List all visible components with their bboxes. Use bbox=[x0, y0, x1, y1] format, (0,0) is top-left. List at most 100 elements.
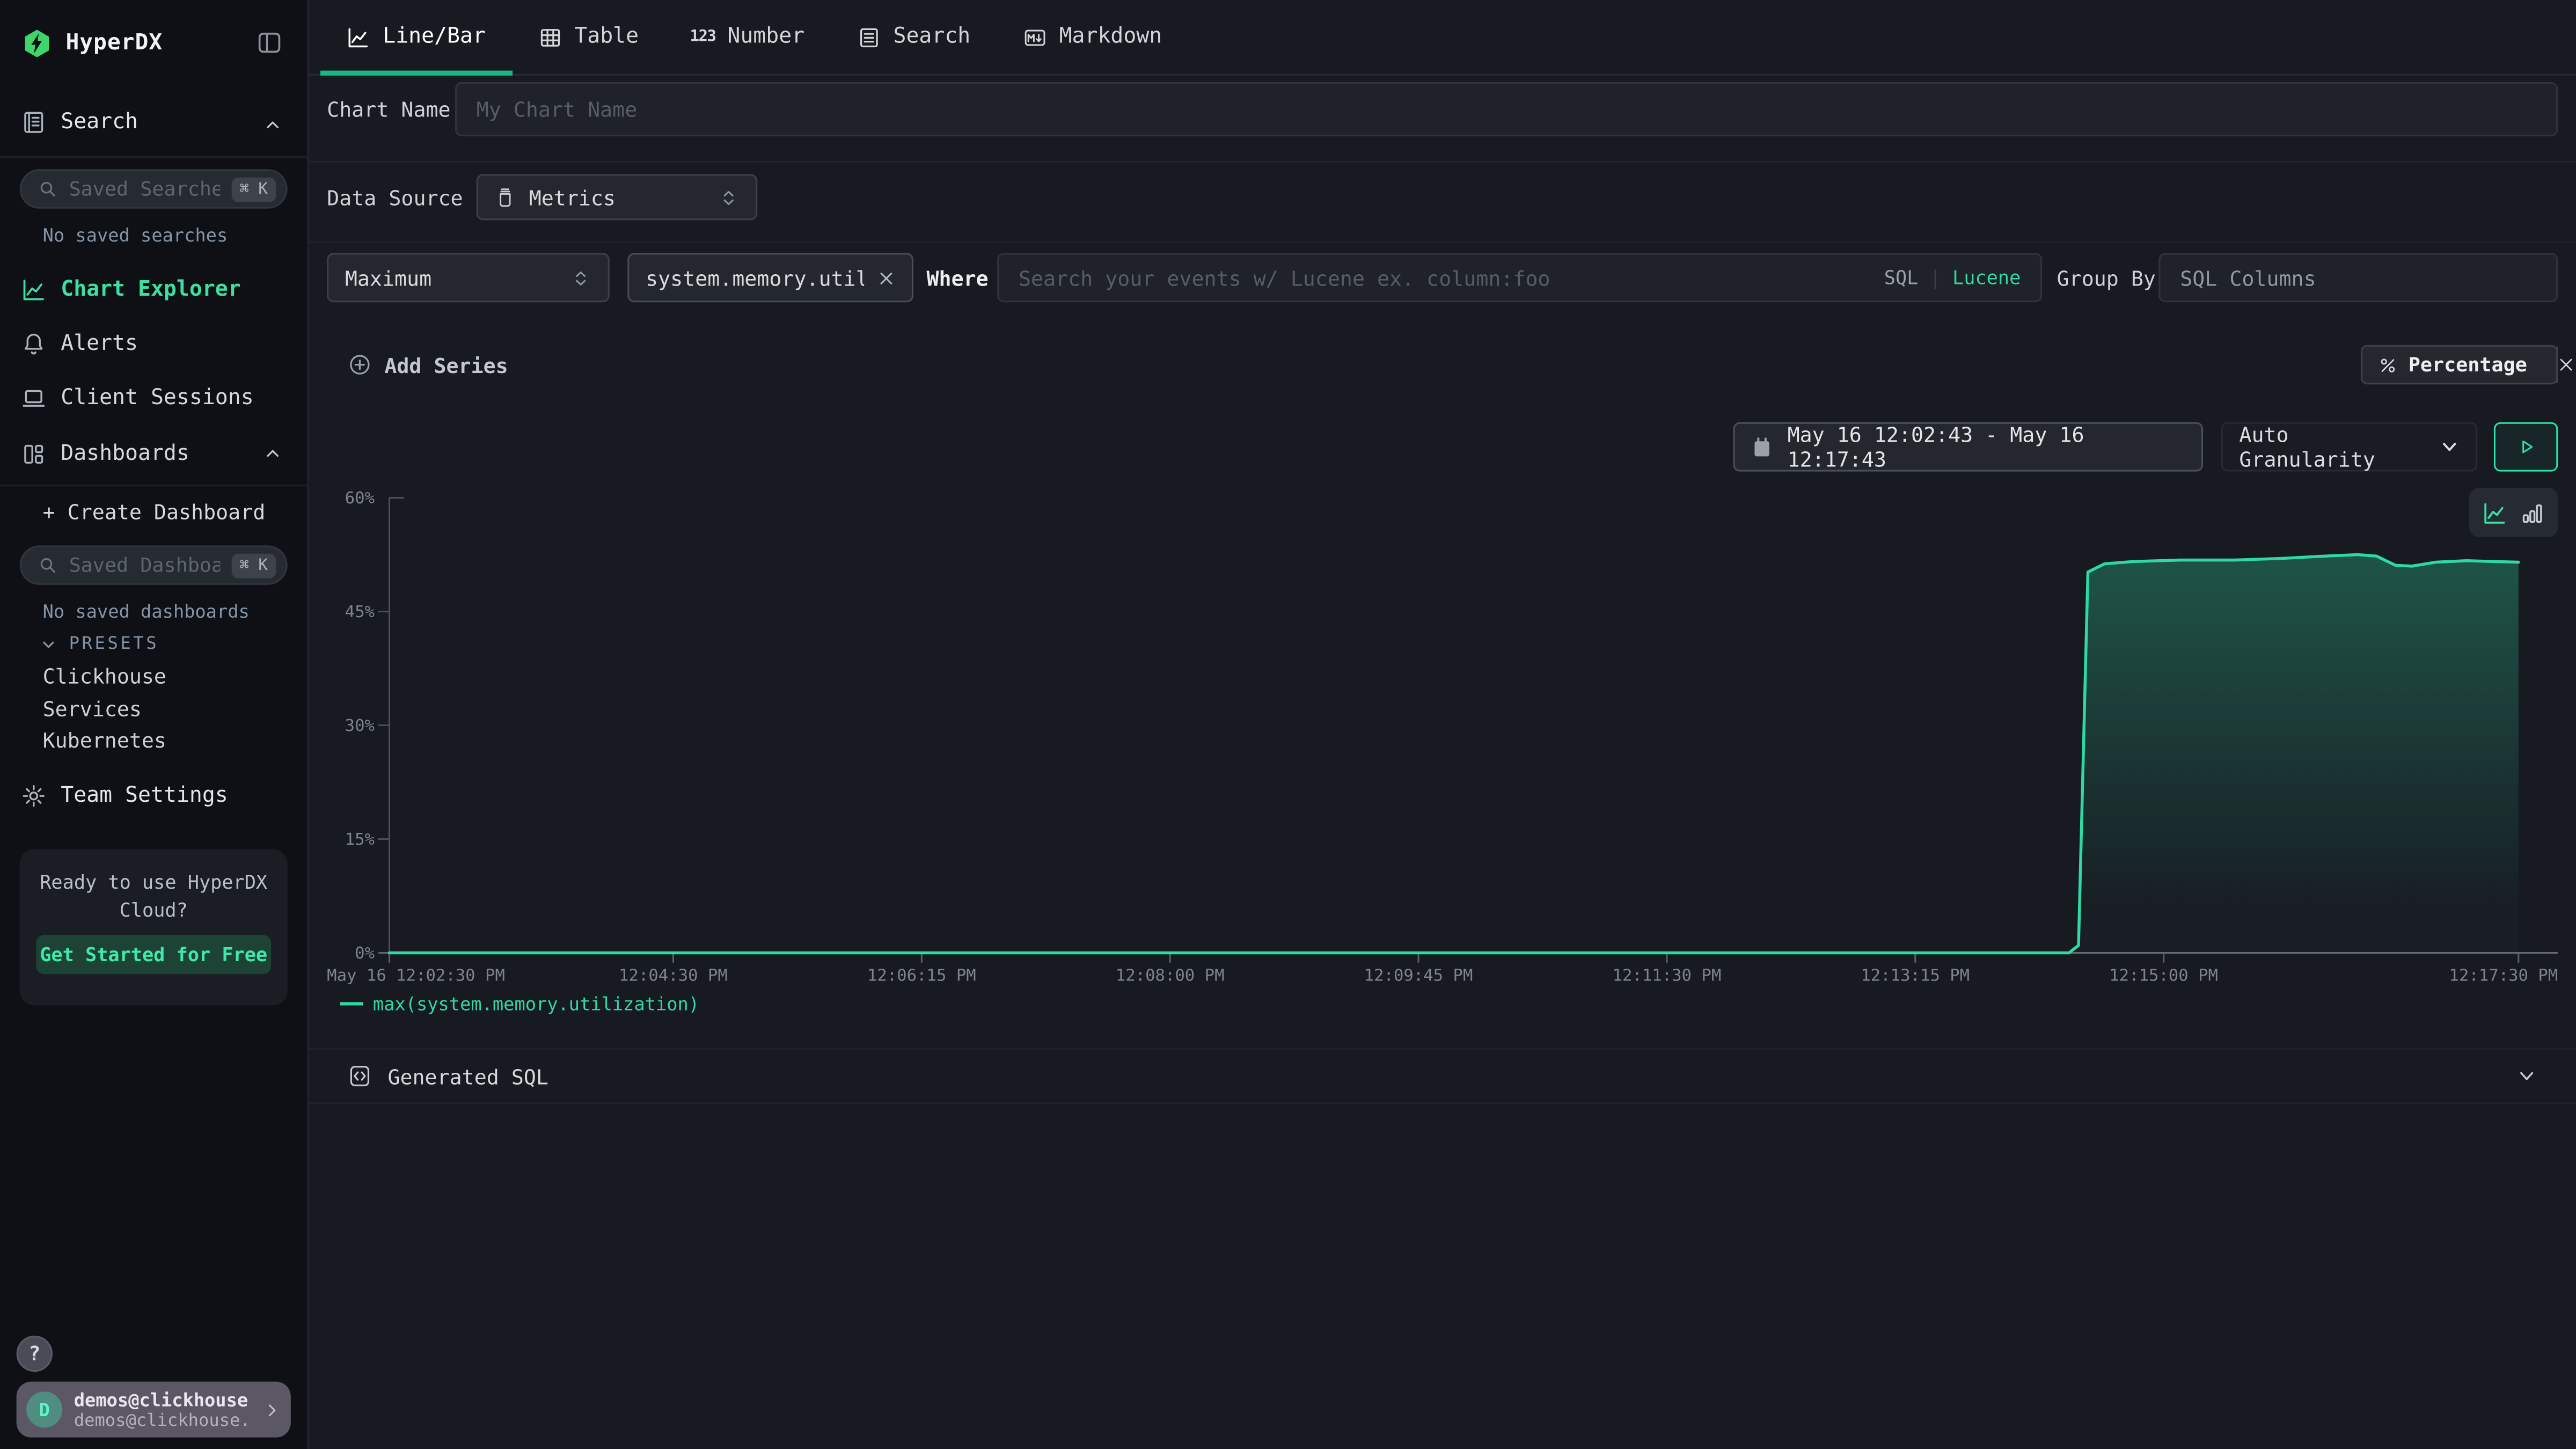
sidebar-section-search[interactable]: Search bbox=[21, 110, 138, 135]
bell-icon bbox=[21, 331, 46, 356]
chart-display-toggle bbox=[2469, 488, 2558, 537]
svg-text:30%: 30% bbox=[345, 716, 375, 735]
presets-header: PRESETS bbox=[69, 634, 159, 654]
percentage-toggle[interactable]: Percentage bbox=[2361, 345, 2558, 384]
chart-name-input[interactable]: My Chart Name bbox=[455, 82, 2558, 136]
aggregation-select[interactable]: Maximum bbox=[327, 253, 610, 302]
markdown-icon bbox=[1023, 25, 1046, 48]
chevron-right-icon bbox=[263, 1401, 281, 1419]
legend-line-swatch bbox=[340, 1002, 363, 1005]
team-settings-label: Team Settings bbox=[61, 784, 228, 808]
group-by-label: Group By bbox=[2057, 266, 2156, 291]
chevron-down-icon bbox=[39, 635, 57, 653]
svg-text:12:13:15 PM: 12:13:15 PM bbox=[1861, 967, 1970, 985]
metric-pill[interactable]: system.memory.utiliza bbox=[627, 253, 913, 302]
where-input[interactable]: Search your events w/ Lucene ex. column:… bbox=[997, 253, 2042, 302]
no-saved-searches-note: No saved searches bbox=[43, 225, 228, 246]
logo[interactable]: HyperDX bbox=[21, 26, 163, 59]
tab-search[interactable]: Search bbox=[831, 0, 997, 74]
svg-text:12:17:30 PM: 12:17:30 PM bbox=[2449, 967, 2558, 985]
user-email: demos@clickhouse.com bbox=[74, 1389, 252, 1410]
add-series-button[interactable]: Add Series bbox=[348, 348, 508, 381]
user-menu[interactable]: D demos@clickhouse.com demos@clickhouse.… bbox=[17, 1381, 291, 1437]
sidebar-item-team-settings[interactable]: Team Settings bbox=[21, 784, 228, 808]
hyperdx-logo-icon bbox=[21, 27, 53, 58]
search-icon bbox=[38, 179, 57, 199]
help-button[interactable]: ? bbox=[17, 1336, 53, 1372]
granularity-value: Auto Granularity bbox=[2239, 422, 2426, 472]
app-title: HyperDX bbox=[65, 30, 163, 56]
sidebar-collapse-icon[interactable] bbox=[257, 30, 283, 56]
shortcut-badge: ⌘ K bbox=[231, 553, 276, 577]
layout-icon bbox=[21, 441, 46, 466]
avatar: D bbox=[26, 1392, 62, 1428]
sidebar-item-alerts[interactable]: Alerts bbox=[0, 328, 309, 358]
sidebar-item-label: Alerts bbox=[61, 331, 138, 356]
tab-label: Number bbox=[727, 25, 804, 49]
tab-line-bar[interactable]: Line/Bar bbox=[320, 0, 512, 74]
line-chart-icon[interactable] bbox=[2482, 500, 2507, 525]
doc-list-icon bbox=[857, 25, 880, 48]
chart-legend: max(system.memory.utilization) bbox=[340, 992, 699, 1015]
get-started-button[interactable]: Get Started for Free bbox=[36, 935, 271, 974]
table-icon bbox=[538, 25, 561, 48]
data-source-label: Data Source bbox=[327, 186, 463, 210]
create-dashboard-button[interactable]: + Create Dashboard bbox=[43, 500, 266, 524]
percentage-button[interactable]: Percentage bbox=[2362, 347, 2543, 383]
svg-text:0%: 0% bbox=[355, 944, 375, 963]
plus-circle-icon bbox=[348, 353, 371, 376]
saved-dashboards-input[interactable]: Saved Dashboards ⌘ K bbox=[20, 545, 288, 584]
percentage-remove-button[interactable] bbox=[2557, 347, 2575, 383]
cloud-promo-card: Ready to use HyperDX Cloud? Get Started … bbox=[20, 850, 288, 1006]
date-range-value: May 16 12:02:43 - May 16 12:17:43 bbox=[1788, 422, 2185, 472]
group-by-input[interactable]: SQL Columns bbox=[2158, 253, 2558, 302]
shortcut-badge: ⌘ K bbox=[231, 177, 276, 201]
presets-toggle[interactable]: PRESETS bbox=[39, 634, 159, 654]
saved-searches-input[interactable]: Saved Searches ⌘ K bbox=[20, 169, 288, 208]
close-icon bbox=[2558, 356, 2575, 373]
search-icon bbox=[38, 555, 57, 575]
close-icon[interactable] bbox=[877, 269, 896, 287]
saved-dashboards-placeholder: Saved Dashboards bbox=[69, 554, 220, 577]
sidebar-item-chart-explorer[interactable]: Chart Explorer bbox=[0, 274, 309, 304]
tab-number[interactable]: 123 Number bbox=[665, 0, 831, 74]
svg-text:12:09:45 PM: 12:09:45 PM bbox=[1364, 967, 1473, 985]
sidebar-item-client-sessions[interactable]: Client Sessions bbox=[0, 383, 309, 412]
generated-sql-expander[interactable]: Generated SQL bbox=[309, 1050, 2576, 1102]
chart-line-icon bbox=[347, 25, 370, 48]
preset-item-services[interactable]: Services bbox=[43, 697, 142, 721]
timeseries-chart: 0%15%30%45%60%May 16 12:02:30 PM12:04:30… bbox=[0, 0, 2576, 1449]
cloud-promo-text-line2: Cloud? bbox=[20, 898, 288, 921]
run-query-button[interactable] bbox=[2494, 422, 2558, 472]
chevron-down-icon bbox=[2517, 1066, 2537, 1086]
chevron-up-icon[interactable] bbox=[263, 444, 283, 464]
date-range-picker[interactable]: May 16 12:02:43 - May 16 12:17:43 bbox=[1733, 422, 2204, 472]
generated-sql-label: Generated SQL bbox=[387, 1064, 548, 1088]
lucene-toggle[interactable]: Lucene bbox=[1952, 266, 2021, 289]
updown-chevrons-icon bbox=[570, 267, 591, 288]
sidebar-item-label: Chart Explorer bbox=[61, 277, 240, 302]
preset-item-clickhouse[interactable]: Clickhouse bbox=[43, 664, 166, 689]
legend-series-label: max(system.memory.utilization) bbox=[373, 993, 699, 1014]
tab-label: Search bbox=[893, 25, 970, 49]
sidebar: HyperDX Search Saved Searches ⌘ K No sav… bbox=[0, 0, 309, 1449]
svg-text:12:08:00 PM: 12:08:00 PM bbox=[1116, 967, 1225, 985]
data-source-select[interactable]: Metrics bbox=[477, 174, 757, 220]
play-icon bbox=[2516, 437, 2536, 457]
preset-item-kubernetes[interactable]: Kubernetes bbox=[43, 728, 166, 752]
bar-chart-icon[interactable] bbox=[2520, 500, 2545, 525]
sql-toggle[interactable]: SQL bbox=[1884, 266, 1919, 289]
tab-table[interactable]: Table bbox=[512, 0, 665, 74]
where-label: Where bbox=[927, 266, 989, 291]
sidebar-item-dashboards[interactable]: Dashboards bbox=[0, 438, 309, 468]
svg-text:45%: 45% bbox=[345, 603, 375, 621]
percent-icon bbox=[2379, 356, 2397, 374]
journal-icon bbox=[21, 110, 46, 135]
number-icon: 123 bbox=[691, 25, 714, 48]
granularity-select[interactable]: Auto Granularity bbox=[2221, 422, 2478, 472]
chart-name-placeholder: My Chart Name bbox=[477, 97, 638, 122]
tab-markdown[interactable]: Markdown bbox=[997, 0, 1188, 74]
query-language-toggle[interactable]: SQL | Lucene bbox=[1884, 266, 2021, 289]
chevron-up-icon[interactable] bbox=[263, 115, 283, 135]
no-saved-dashboards-note: No saved dashboards bbox=[43, 601, 250, 623]
